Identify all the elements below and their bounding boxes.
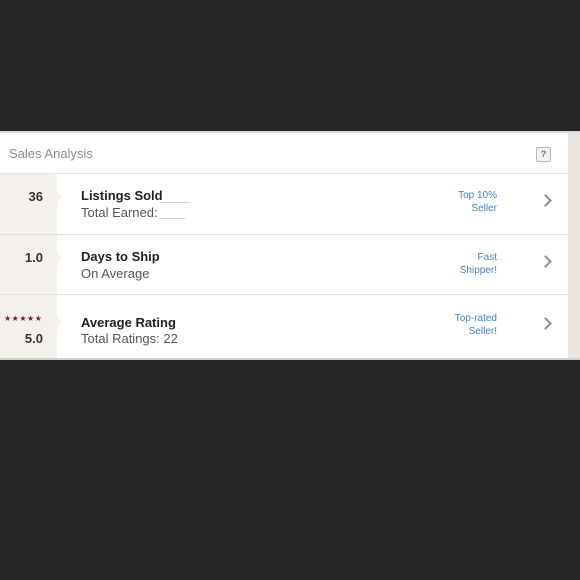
right-gutter: [568, 133, 580, 358]
total-earned-label: Total Earned:: [81, 205, 158, 220]
fast-shipper-badge[interactable]: Fast Shipper!: [460, 251, 497, 277]
on-average-label: On Average: [81, 266, 150, 281]
average-rating-title: Average Rating: [81, 315, 176, 330]
redacted-line: [160, 202, 190, 203]
notch-arrow: [57, 253, 62, 263]
top-rated-badge[interactable]: Top-rated Seller!: [455, 312, 497, 338]
stat-row-days-to-ship[interactable]: 1.0 Days to Ship On Average Fast Shipper…: [0, 235, 568, 295]
notch-arrow: [57, 317, 62, 327]
days-to-ship-title: Days to Ship: [81, 249, 160, 264]
chevron-right-icon[interactable]: [539, 255, 552, 268]
stat-value-cell: 1.0: [0, 235, 57, 294]
badge-line-2: Seller: [471, 203, 497, 214]
listings-sold-title: Listings Sold: [81, 188, 163, 203]
stat-row-listings-sold[interactable]: 36 Listings Sold Total Earned: Top 10% S…: [0, 174, 568, 235]
badge-line-1: Fast: [477, 252, 497, 263]
panel-title: Sales Analysis: [9, 146, 93, 161]
notch-arrow: [57, 192, 62, 202]
panel-header: Sales Analysis ?: [0, 133, 568, 174]
stat-row-average-rating[interactable]: ★★★★★ 5.0 Average Rating Total Ratings: …: [0, 295, 568, 358]
top-seller-badge[interactable]: Top 10% Seller: [458, 189, 497, 215]
stat-value-cell: ★★★★★ 5.0: [0, 295, 57, 358]
badge-line-1: Top-rated: [454, 313, 497, 324]
star-rating-icon: ★★★★★: [4, 314, 43, 323]
badge-line-1: Top 10%: [458, 190, 497, 201]
redacted-line: [159, 218, 186, 219]
chevron-right-icon[interactable]: [539, 194, 552, 207]
total-ratings-label: Total Ratings: 22: [81, 331, 178, 346]
sales-analysis-panel: Sales Analysis ? 36 Listings Sold Total …: [0, 131, 580, 360]
stat-value-cell: 36: [0, 174, 57, 234]
average-rating-value: 5.0: [24, 331, 43, 346]
days-to-ship-value: 1.0: [24, 250, 43, 265]
listings-sold-value: 36: [28, 189, 43, 204]
chevron-right-icon[interactable]: [539, 317, 552, 330]
question-icon[interactable]: ?: [536, 147, 551, 162]
badge-line-2: Seller!: [468, 326, 497, 337]
badge-line-2: Shipper!: [459, 265, 497, 276]
